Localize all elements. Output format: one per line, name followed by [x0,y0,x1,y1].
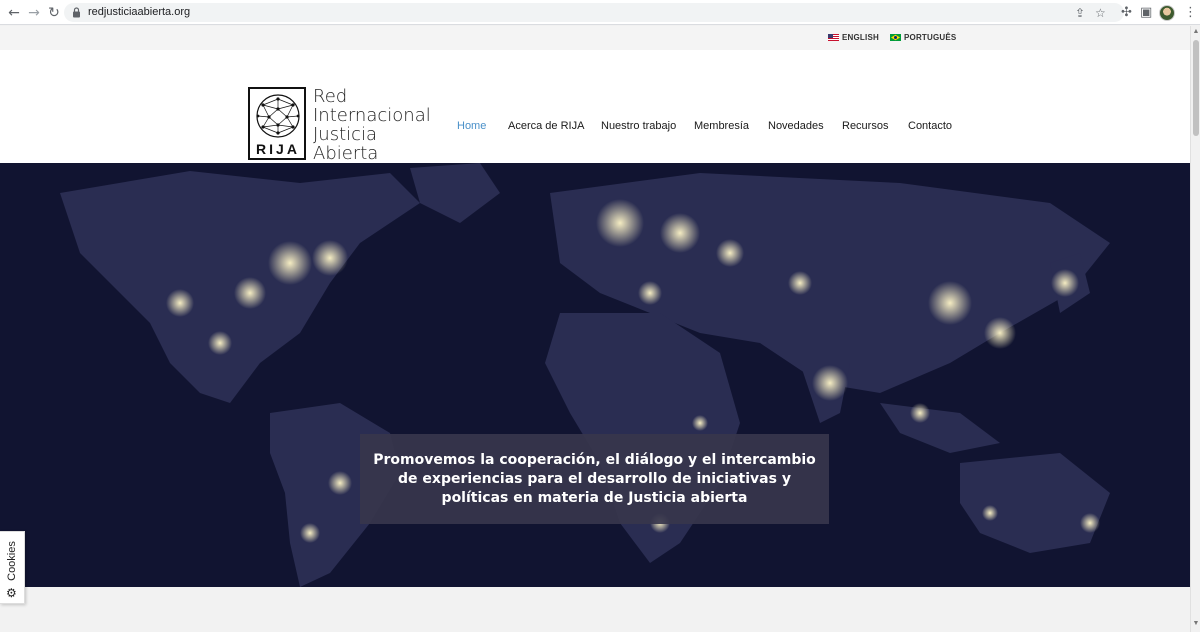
more-menu-icon[interactable]: ⋮ [1184,5,1197,21]
site-logo[interactable]: RIJA [248,87,306,160]
nav-recursos[interactable]: Recursos [842,120,888,132]
browser-toolbar: ← → ↻ redjusticiaabierta.org ⇪ ☆ ✣ ▣ ⋮ [0,0,1200,25]
scroll-up-icon[interactable]: ▲ [1192,28,1200,36]
scroll-down-icon[interactable]: ▼ [1192,620,1200,628]
lang-portugues-label[interactable]: PORTUGUÊS [904,33,956,42]
content-area [0,587,1190,632]
nav-novedades[interactable]: Novedades [768,120,824,132]
globe-network-icon [256,94,300,138]
logo-abbreviation: RIJA [256,141,300,157]
scroll-thumb[interactable] [1193,40,1199,136]
back-arrow-icon[interactable]: ← [6,5,22,21]
extensions-puzzle-icon[interactable]: ✣ [1121,5,1132,21]
nav-home[interactable]: Home [457,120,486,132]
nav-contacto[interactable]: Contacto [908,120,952,132]
profile-avatar[interactable] [1159,5,1175,21]
site-header: RIJA Red Internacional Justicia Abierta … [0,50,1190,176]
us-flag-icon [828,34,839,41]
br-flag-icon [890,34,901,41]
reload-icon[interactable]: ↻ [46,5,62,21]
site-name-line: Red [313,86,348,107]
nav-nuestro-trabajo[interactable]: Nuestro trabajo [601,120,676,132]
hero-banner: Promovemos la cooperación, el diálogo y … [0,163,1190,587]
page-scrollbar[interactable]: ▲ ▼ [1190,26,1200,632]
site-name-line: Justicia [313,124,378,145]
lang-portugues[interactable]: PORTUGUÊS [890,33,956,42]
lang-english-label[interactable]: ENGLISH [842,33,879,42]
bookmark-star-icon[interactable]: ☆ [1095,6,1106,20]
forward-arrow-icon[interactable]: → [26,5,42,21]
address-bar[interactable]: redjusticiaabierta.org ⇪ ☆ [64,3,1124,22]
site-name-line: Internacional [313,105,431,126]
side-panel-icon[interactable]: ▣ [1140,5,1152,21]
hero-caption-text: Promovemos la cooperación, el diálogo y … [373,451,816,506]
language-bar: ENGLISH PORTUGUÊS [0,26,1190,50]
nav-membresia[interactable]: Membresía [694,120,749,132]
hero-caption-box: Promovemos la cooperación, el diálogo y … [360,434,829,524]
gear-icon: ⚙ [6,586,17,600]
lock-icon [73,7,80,18]
lang-english[interactable]: ENGLISH [828,33,879,42]
site-name[interactable]: Red Internacional Justicia Abierta [313,87,431,163]
share-icon[interactable]: ⇪ [1075,6,1085,20]
cookies-label: Cookies [6,541,18,581]
nav-acerca[interactable]: Acerca de RIJA [508,120,584,132]
cookies-button[interactable]: Cookies ⚙ [0,531,25,604]
site-name-line: Abierta [313,143,379,164]
web-page: ENGLISH PORTUGUÊS RIJA Red Internacional… [0,26,1190,632]
url-text: redjusticiaabierta.org [88,6,191,18]
